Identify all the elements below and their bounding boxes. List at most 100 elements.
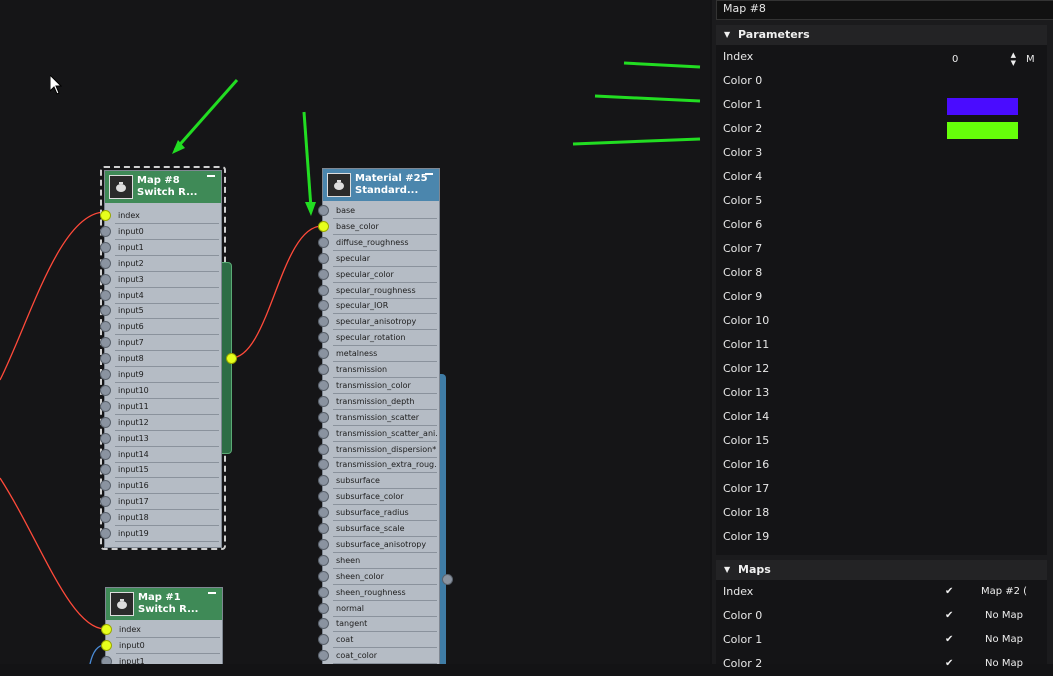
port-row[interactable]: input16 bbox=[115, 478, 219, 495]
collapse-icon[interactable] bbox=[425, 173, 433, 175]
port-row[interactable]: specular_rotation bbox=[333, 330, 437, 347]
map-slot-button[interactable]: Map #2 ( bbox=[964, 582, 1044, 602]
port-row[interactable]: input0 bbox=[116, 638, 220, 654]
port-row[interactable]: specular_IOR bbox=[333, 298, 437, 315]
port-row[interactable]: input18 bbox=[115, 510, 219, 527]
port-socket[interactable] bbox=[100, 480, 111, 492]
port-socket[interactable] bbox=[100, 289, 111, 301]
port-row[interactable]: sheen_roughness bbox=[333, 585, 437, 601]
port-socket[interactable] bbox=[101, 624, 112, 635]
port-row[interactable]: specular_anisotropy bbox=[333, 314, 437, 331]
port-row[interactable]: subsurface_color bbox=[333, 489, 437, 506]
port-row[interactable]: input10 bbox=[115, 383, 219, 399]
node-map8[interactable]: Map #8 Switch R... index input0 input1 input… bbox=[100, 166, 232, 550]
port-row[interactable]: input1 bbox=[115, 240, 219, 256]
port-socket[interactable] bbox=[318, 443, 329, 455]
material25-output-socket[interactable] bbox=[442, 574, 453, 585]
port-socket[interactable] bbox=[318, 586, 329, 598]
node-editor-canvas[interactable]: Map #8 Switch R... index input0 input1 input… bbox=[0, 0, 710, 664]
m-button[interactable]: M bbox=[1026, 52, 1035, 68]
port-row[interactable]: input11 bbox=[115, 399, 219, 415]
port-socket[interactable] bbox=[100, 210, 111, 221]
port-socket[interactable] bbox=[318, 650, 329, 662]
port-socket[interactable] bbox=[100, 432, 111, 444]
port-socket[interactable] bbox=[318, 411, 329, 423]
port-socket[interactable] bbox=[101, 655, 112, 664]
port-row[interactable]: input3 bbox=[115, 272, 219, 288]
port-row[interactable]: diffuse_roughness bbox=[333, 235, 437, 251]
maps-rollout-header[interactable]: ▼ Maps bbox=[716, 560, 1047, 580]
port-row[interactable]: metalness bbox=[333, 346, 437, 363]
port-row[interactable]: input9 bbox=[115, 367, 219, 383]
port-socket[interactable] bbox=[318, 395, 329, 407]
port-socket[interactable] bbox=[100, 528, 111, 539]
port-socket[interactable] bbox=[318, 220, 329, 232]
port-socket[interactable] bbox=[100, 241, 111, 253]
port-row[interactable]: index bbox=[115, 208, 219, 224]
index-spinner[interactable]: 0 ▲ ▼ bbox=[948, 51, 1018, 68]
port-socket[interactable] bbox=[100, 416, 111, 428]
collapse-icon[interactable] bbox=[207, 175, 215, 177]
port-socket[interactable] bbox=[100, 225, 111, 237]
port-socket[interactable] bbox=[318, 570, 329, 582]
map-enable-checkbox[interactable]: ✔ bbox=[945, 606, 953, 626]
port-row[interactable]: specular bbox=[333, 251, 437, 267]
port-socket[interactable] bbox=[100, 257, 111, 269]
port-socket[interactable] bbox=[318, 554, 329, 566]
port-row[interactable]: index bbox=[116, 622, 220, 638]
port-socket[interactable] bbox=[100, 273, 111, 285]
port-row[interactable]: input15 bbox=[115, 462, 219, 479]
port-row[interactable]: transmission_extra_roug... bbox=[333, 457, 437, 474]
port-socket[interactable] bbox=[318, 205, 329, 216]
port-row[interactable]: tangent bbox=[333, 616, 437, 633]
color1-swatch[interactable] bbox=[947, 98, 1018, 115]
port-row[interactable]: transmission bbox=[333, 362, 437, 378]
port-socket[interactable] bbox=[100, 321, 111, 333]
port-socket[interactable] bbox=[318, 538, 329, 550]
port-row[interactable]: transmission_scatter_ani... bbox=[333, 426, 437, 442]
port-row[interactable]: input12 bbox=[115, 415, 219, 431]
port-socket[interactable] bbox=[318, 507, 329, 519]
port-socket[interactable] bbox=[318, 427, 329, 439]
port-row[interactable]: subsurface_radius bbox=[333, 505, 437, 522]
port-row[interactable]: coat_color bbox=[333, 648, 437, 664]
port-row[interactable]: coat bbox=[333, 632, 437, 649]
port-row[interactable]: input5 bbox=[115, 303, 219, 320]
port-socket[interactable] bbox=[100, 369, 111, 380]
parameters-rollout-header[interactable]: ▼ Parameters bbox=[716, 25, 1047, 45]
port-socket[interactable] bbox=[100, 400, 111, 412]
port-row[interactable]: input8 bbox=[115, 351, 219, 368]
spinner-arrows-icon[interactable]: ▲ ▼ bbox=[1011, 51, 1016, 67]
port-socket[interactable] bbox=[318, 618, 329, 630]
port-row[interactable]: subsurface bbox=[333, 473, 437, 490]
map-enable-checkbox[interactable]: ✔ bbox=[945, 630, 953, 650]
port-socket[interactable] bbox=[318, 348, 329, 360]
port-row[interactable]: subsurface_scale bbox=[333, 521, 437, 537]
port-row[interactable]: input2 bbox=[115, 256, 219, 272]
port-socket[interactable] bbox=[318, 634, 329, 646]
port-row[interactable]: normal bbox=[333, 601, 437, 617]
port-socket[interactable] bbox=[318, 236, 329, 248]
port-socket[interactable] bbox=[101, 639, 112, 651]
port-socket[interactable] bbox=[318, 316, 329, 328]
map8-output-socket[interactable] bbox=[226, 353, 237, 364]
port-row[interactable]: transmission_depth bbox=[333, 394, 437, 410]
port-socket[interactable] bbox=[100, 353, 111, 365]
port-socket[interactable] bbox=[318, 268, 329, 280]
port-row[interactable]: input0 bbox=[115, 224, 219, 240]
port-socket[interactable] bbox=[100, 464, 111, 476]
port-socket[interactable] bbox=[100, 448, 111, 460]
port-row[interactable]: subsurface_anisotropy bbox=[333, 537, 437, 553]
port-row[interactable]: input14 bbox=[115, 447, 219, 463]
port-row[interactable]: input7 bbox=[115, 335, 219, 352]
port-row[interactable]: base_color bbox=[333, 219, 437, 235]
port-row[interactable]: input19 bbox=[115, 526, 219, 542]
port-row[interactable]: specular_color bbox=[333, 267, 437, 283]
port-socket[interactable] bbox=[318, 491, 329, 503]
port-socket[interactable] bbox=[100, 337, 111, 349]
map-slot-button[interactable]: No Map bbox=[964, 606, 1044, 626]
port-row[interactable]: input13 bbox=[115, 431, 219, 447]
port-socket[interactable] bbox=[318, 523, 329, 534]
port-row[interactable]: input6 bbox=[115, 319, 219, 336]
map-enable-checkbox[interactable]: ✔ bbox=[945, 654, 953, 674]
